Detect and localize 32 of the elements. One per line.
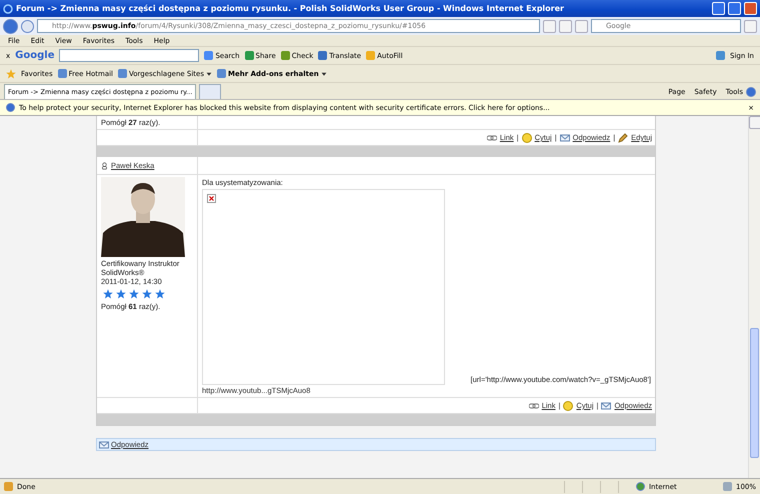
maximize-button[interactable]: [728, 2, 741, 15]
star-icon: [155, 289, 165, 299]
star-icon: [116, 289, 126, 299]
new-tab-button[interactable]: [199, 84, 222, 99]
google-logo: Google: [15, 50, 54, 61]
forward-button[interactable]: [21, 20, 34, 32]
search-button[interactable]: [744, 20, 757, 32]
stop-button[interactable]: [575, 20, 588, 32]
minimize-button[interactable]: [712, 2, 725, 15]
star-icon: [103, 289, 113, 299]
refresh-button[interactable]: [559, 20, 572, 32]
scroll-thumb[interactable]: [750, 328, 759, 458]
star-icon: [142, 289, 152, 299]
toolbar-search-field[interactable]: [59, 49, 200, 62]
scroll-up-button[interactable]: [749, 116, 760, 129]
envelope-icon: [601, 400, 612, 410]
close-button[interactable]: [744, 2, 757, 15]
broken-image-icon: [207, 194, 216, 203]
envelope-icon: [560, 132, 570, 142]
scrollbar[interactable]: [748, 116, 760, 478]
star-icon: [6, 68, 16, 78]
star-icon: [129, 289, 139, 299]
pencil-icon: [618, 132, 628, 142]
globe-icon: [636, 482, 645, 491]
chain-icon: [486, 132, 497, 142]
chain-icon: [528, 400, 539, 410]
user-icon: [101, 160, 108, 170]
window-title: Forum -> Zmienna masy części dostępna z poziomu rysunku. - Polish SolidWorks User Group - Windows Internet Explorer: [16, 4, 565, 13]
back-button[interactable]: [3, 18, 18, 34]
browser-icon: [3, 4, 13, 14]
help-button[interactable]: [746, 87, 756, 97]
compatibility-button[interactable]: [543, 20, 556, 32]
